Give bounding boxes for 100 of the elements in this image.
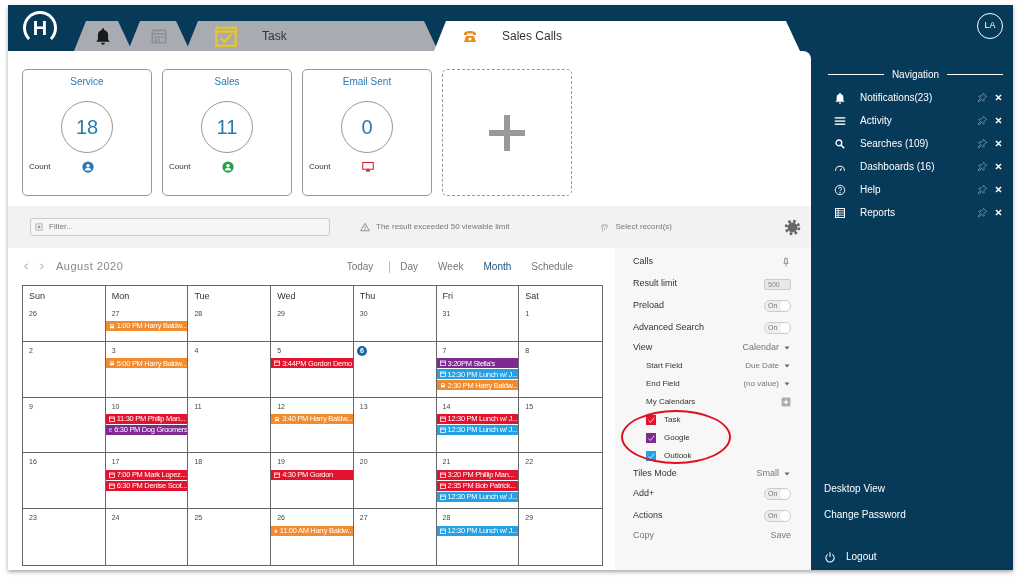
- save-link[interactable]: Save: [770, 529, 791, 543]
- calendar-icon: [150, 27, 168, 45]
- setting-label: Calls: [633, 255, 653, 269]
- select-dropdown[interactable]: Calendar: [742, 341, 791, 355]
- navigation-title: Navigation: [891, 68, 940, 82]
- nav-item[interactable]: Searches (109): [846, 136, 977, 151]
- person-icon: [81, 161, 94, 173]
- search-icon: [834, 137, 846, 150]
- nav-item[interactable]: Reports: [846, 205, 977, 220]
- nav-item[interactable]: Notifications(23): [846, 90, 977, 105]
- calendar-icon: [108, 471, 115, 478]
- calendar-icon: [439, 371, 446, 378]
- caret-icon: [783, 380, 791, 388]
- phone-icon: [108, 323, 115, 329]
- calendar-icon: [439, 471, 446, 478]
- logout-link[interactable]: Logout: [846, 549, 877, 564]
- setting-label: Google: [664, 432, 690, 444]
- close-icon[interactable]: [994, 162, 1003, 171]
- square-icon: [34, 222, 44, 232]
- pin-icon[interactable]: [977, 184, 988, 195]
- calendar-icon: [274, 360, 281, 367]
- tab[interactable]: [128, 21, 190, 51]
- setting-label: End Field: [645, 378, 680, 390]
- caret-icon: [783, 362, 791, 370]
- tab[interactable]: [74, 21, 132, 51]
- pin-icon[interactable]: [781, 257, 791, 267]
- view-tab[interactable]: Today: [340, 259, 380, 274]
- bell-icon: [834, 91, 846, 104]
- copy-link[interactable]: Copy: [633, 529, 654, 543]
- count-label: Count: [309, 161, 331, 173]
- close-icon[interactable]: [994, 116, 1003, 125]
- menu-icon: [834, 114, 846, 127]
- calendar-icon: [439, 527, 446, 534]
- setting-label: Advanced Search: [633, 321, 705, 335]
- checkbox[interactable]: [646, 451, 656, 461]
- calendar-icon: [108, 427, 113, 434]
- view-tab[interactable]: Week: [432, 259, 470, 274]
- view-tab[interactable]: Day: [394, 259, 425, 274]
- weekday-label: Mon: [110, 290, 131, 303]
- sidebar-link[interactable]: Change Password: [824, 507, 1003, 522]
- select-dropdown[interactable]: Small: [756, 467, 791, 481]
- close-icon[interactable]: [994, 185, 1003, 194]
- setting-label: Add+: [633, 487, 655, 501]
- close-icon[interactable]: [994, 208, 1003, 217]
- add-tile[interactable]: [442, 69, 572, 196]
- calendar-icon: [108, 482, 115, 489]
- caret-icon: [783, 344, 791, 352]
- pin-icon[interactable]: [977, 92, 988, 103]
- setting-label: My Calendars: [645, 396, 696, 408]
- select-dropdown[interactable]: (no value): [743, 378, 791, 390]
- previous-icon[interactable]: [22, 262, 31, 271]
- calendar-icon: [439, 416, 446, 423]
- setting-label: Tiles Mode: [633, 467, 677, 481]
- setting-label: Start Field: [645, 360, 683, 372]
- count-label: Count: [29, 161, 51, 173]
- phone-icon: [462, 28, 478, 44]
- checkbox[interactable]: [646, 433, 656, 443]
- close-icon[interactable]: [994, 93, 1003, 102]
- checkbox[interactable]: [646, 415, 656, 425]
- pin-icon[interactable]: [977, 138, 988, 149]
- pin-icon[interactable]: [977, 161, 988, 172]
- weekday-label: Sat: [524, 290, 540, 303]
- close-icon[interactable]: [994, 139, 1003, 148]
- select-dropdown[interactable]: Due Date: [745, 360, 791, 372]
- calendar-icon: [108, 416, 115, 423]
- calendar-icon: [439, 360, 446, 367]
- tile-title: Sales: [214, 75, 240, 89]
- view-tab[interactable]: Month: [477, 259, 518, 274]
- weekday-label: Wed: [276, 290, 297, 303]
- nav-item[interactable]: Dashboards (16): [846, 159, 977, 174]
- tab[interactable]: Sales Calls: [434, 21, 800, 51]
- weekday-label: Fri: [441, 290, 455, 303]
- sidebar-link[interactable]: Desktop View: [824, 481, 1003, 496]
- warning-text: The result exceeded 50 viewable limit: [376, 221, 510, 233]
- nav-item[interactable]: Activity: [846, 113, 977, 128]
- pin-icon[interactable]: [977, 207, 988, 218]
- nav-item[interactable]: Help: [846, 182, 977, 197]
- task-icon: [214, 24, 238, 48]
- person-icon: [221, 161, 234, 173]
- monitor-icon: [361, 161, 374, 173]
- add-icon[interactable]: [781, 397, 791, 407]
- phone-icon: [274, 416, 281, 423]
- tab[interactable]: Task: [186, 21, 438, 51]
- filter-field[interactable]: Filter...: [30, 218, 330, 236]
- select-records-link[interactable]: Select record(s): [615, 221, 672, 233]
- calendar-icon: [439, 482, 446, 489]
- phone-icon: [274, 527, 278, 534]
- count-label: Count: [169, 161, 191, 173]
- pin-icon[interactable]: [977, 115, 988, 126]
- settings-icon[interactable]: [784, 218, 801, 236]
- setting-label: Result limit: [633, 277, 677, 291]
- warning-icon: [360, 222, 370, 232]
- table-icon: [834, 206, 846, 219]
- setting-label: Preload: [633, 299, 665, 313]
- next-icon[interactable]: [37, 262, 46, 271]
- setting-label: Outlook: [664, 450, 692, 462]
- view-tab[interactable]: Schedule: [525, 259, 579, 274]
- phone-icon: [439, 382, 446, 389]
- setting-label: View: [633, 341, 653, 355]
- weekday-label: Tue: [193, 290, 211, 303]
